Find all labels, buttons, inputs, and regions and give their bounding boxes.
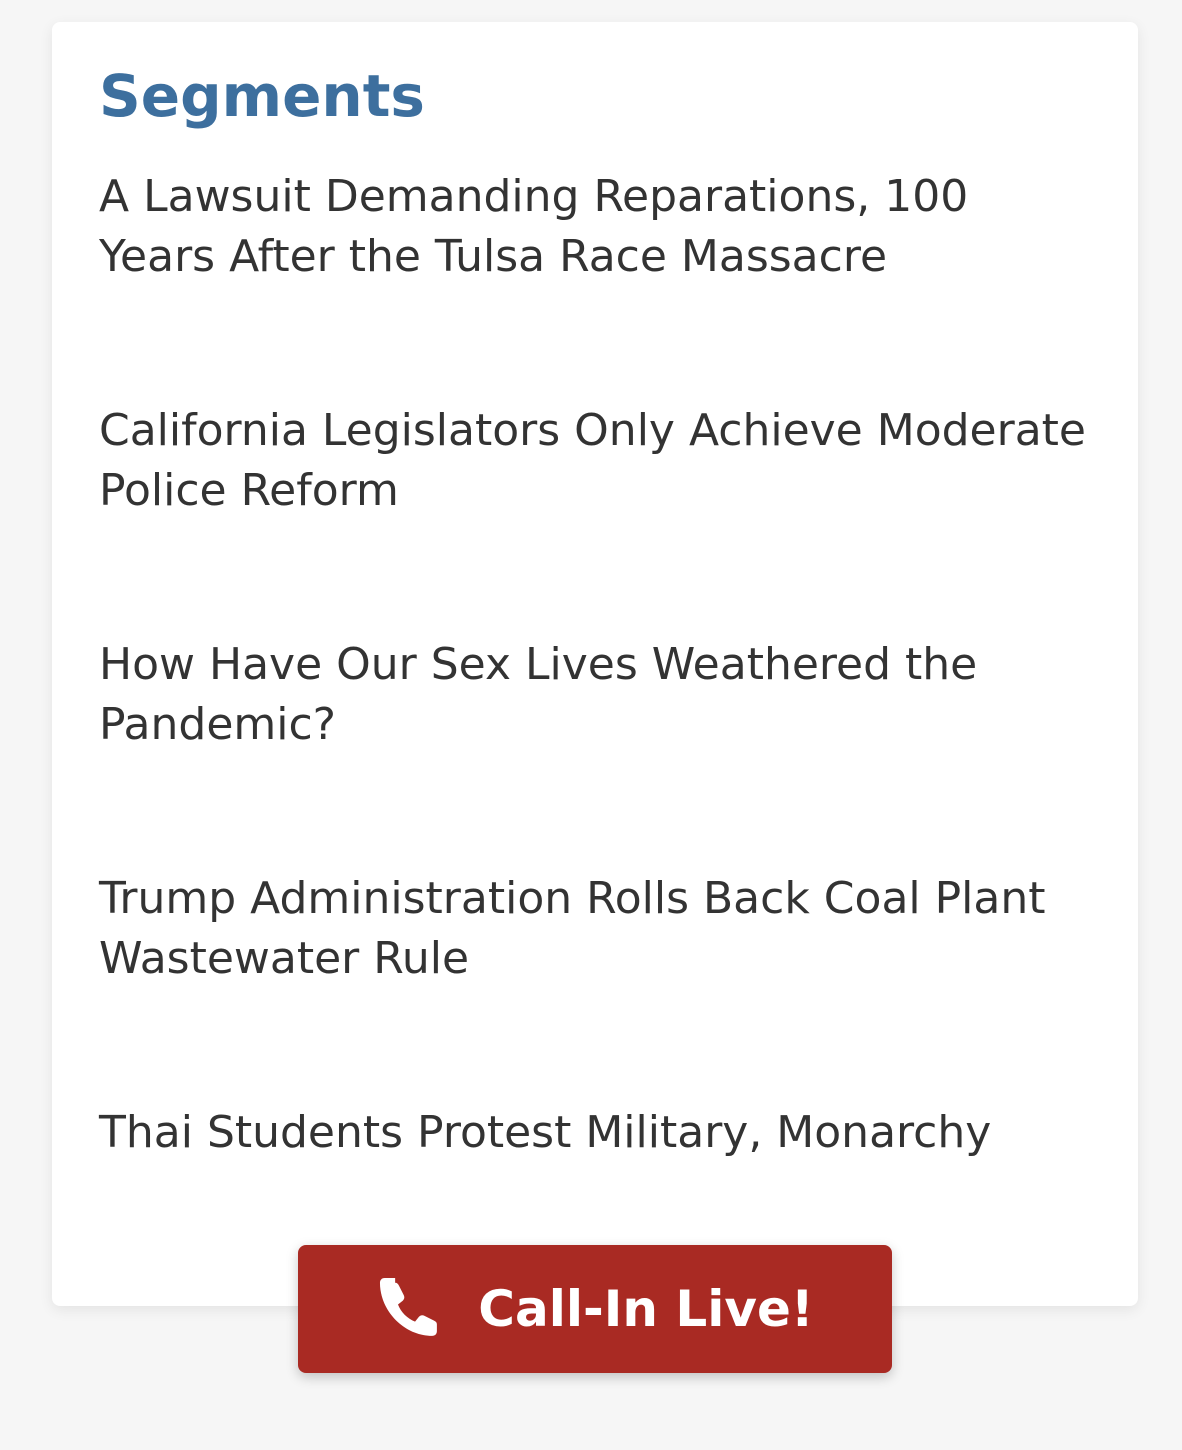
segment-item: Thai Students Protest Military, Monarchy: [99, 1103, 1089, 1163]
segment-link[interactable]: California Legislators Only Achieve Mode…: [99, 401, 1089, 521]
segment-item: Trump Administration Rolls Back Coal Pla…: [99, 869, 1089, 989]
call-in-live-button[interactable]: Call-In Live!: [298, 1245, 892, 1373]
segment-item: A Lawsuit Demanding Reparations, 100 Yea…: [99, 167, 1089, 287]
segment-link[interactable]: A Lawsuit Demanding Reparations, 100 Yea…: [99, 167, 1089, 287]
segments-card: Segments A Lawsuit Demanding Reparations…: [52, 22, 1138, 1306]
segment-item: How Have Our Sex Lives Weathered the Pan…: [99, 635, 1089, 755]
segment-link[interactable]: How Have Our Sex Lives Weathered the Pan…: [99, 635, 1089, 755]
segments-title: Segments: [99, 62, 425, 130]
phone-icon: [376, 1276, 442, 1342]
page: Segments A Lawsuit Demanding Reparations…: [0, 0, 1182, 1450]
segment-link[interactable]: Trump Administration Rolls Back Coal Pla…: [99, 869, 1089, 989]
segment-link[interactable]: Thai Students Protest Military, Monarchy: [99, 1103, 1089, 1163]
call-in-live-label: Call-In Live!: [478, 1280, 814, 1338]
segment-item: California Legislators Only Achieve Mode…: [99, 401, 1089, 521]
